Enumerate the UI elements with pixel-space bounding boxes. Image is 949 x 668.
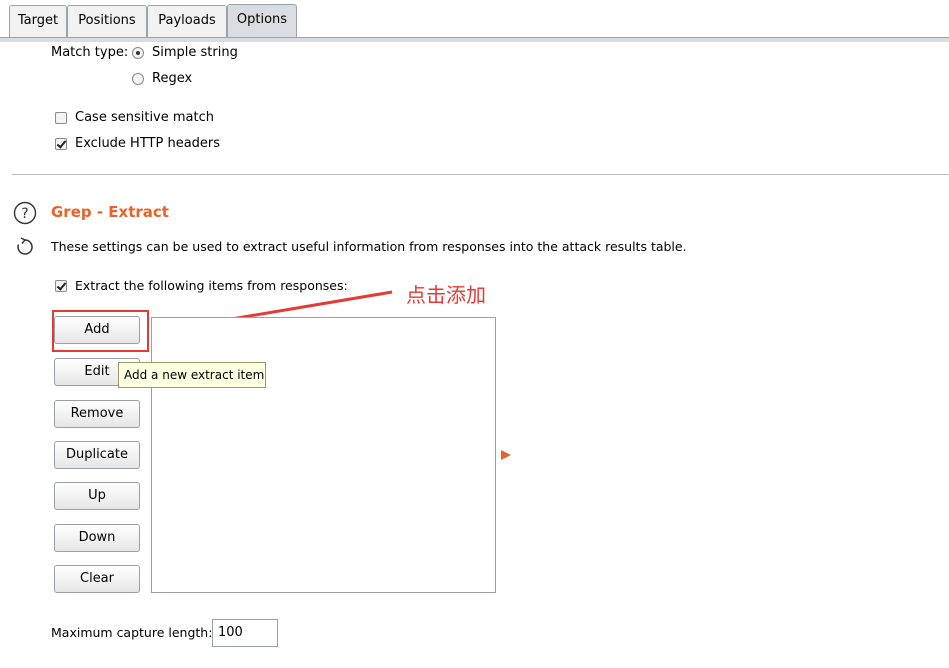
- case-sensitive-label: Case sensitive match: [75, 110, 214, 125]
- help-icon[interactable]: ?: [13, 201, 37, 225]
- expand-arrow-icon[interactable]: [500, 449, 512, 461]
- refresh-icon[interactable]: [15, 237, 35, 257]
- clear-button[interactable]: Clear: [54, 565, 140, 593]
- extract-items-checkbox[interactable]: [55, 280, 67, 292]
- section-divider: [12, 174, 949, 175]
- tab-target[interactable]: Target: [9, 5, 67, 37]
- add-tooltip: Add a new extract item: [118, 362, 266, 388]
- remove-button[interactable]: Remove: [54, 400, 140, 428]
- simple-string-radio[interactable]: [132, 47, 144, 59]
- case-sensitive-checkbox[interactable]: [55, 112, 67, 124]
- tab-positions[interactable]: Positions: [67, 5, 147, 37]
- tab-underline: [0, 37, 949, 42]
- extract-items-list[interactable]: [151, 317, 496, 593]
- grep-extract-description: These settings can be used to extract us…: [51, 239, 687, 254]
- grep-extract-title: Grep - Extract: [51, 203, 169, 221]
- tab-bar: Target Positions Payloads Options: [0, 0, 949, 38]
- up-button[interactable]: Up: [54, 482, 140, 510]
- tab-payloads[interactable]: Payloads: [147, 5, 227, 37]
- simple-string-label: Simple string: [152, 45, 238, 60]
- regex-radio[interactable]: [132, 73, 144, 85]
- exclude-headers-label: Exclude HTTP headers: [75, 136, 221, 151]
- annotation-text: 点击添加: [406, 283, 486, 307]
- tab-options[interactable]: Options: [227, 4, 297, 38]
- regex-label: Regex: [152, 71, 193, 86]
- duplicate-button[interactable]: Duplicate: [54, 441, 140, 469]
- exclude-headers-checkbox[interactable]: [55, 138, 67, 150]
- svg-text:?: ?: [21, 206, 28, 222]
- add-button-highlight: [52, 310, 149, 352]
- down-button[interactable]: Down: [54, 524, 140, 552]
- max-capture-label: Maximum capture length:: [51, 625, 213, 640]
- match-type-label: Match type:: [51, 45, 129, 60]
- max-capture-input[interactable]: 100: [212, 619, 278, 647]
